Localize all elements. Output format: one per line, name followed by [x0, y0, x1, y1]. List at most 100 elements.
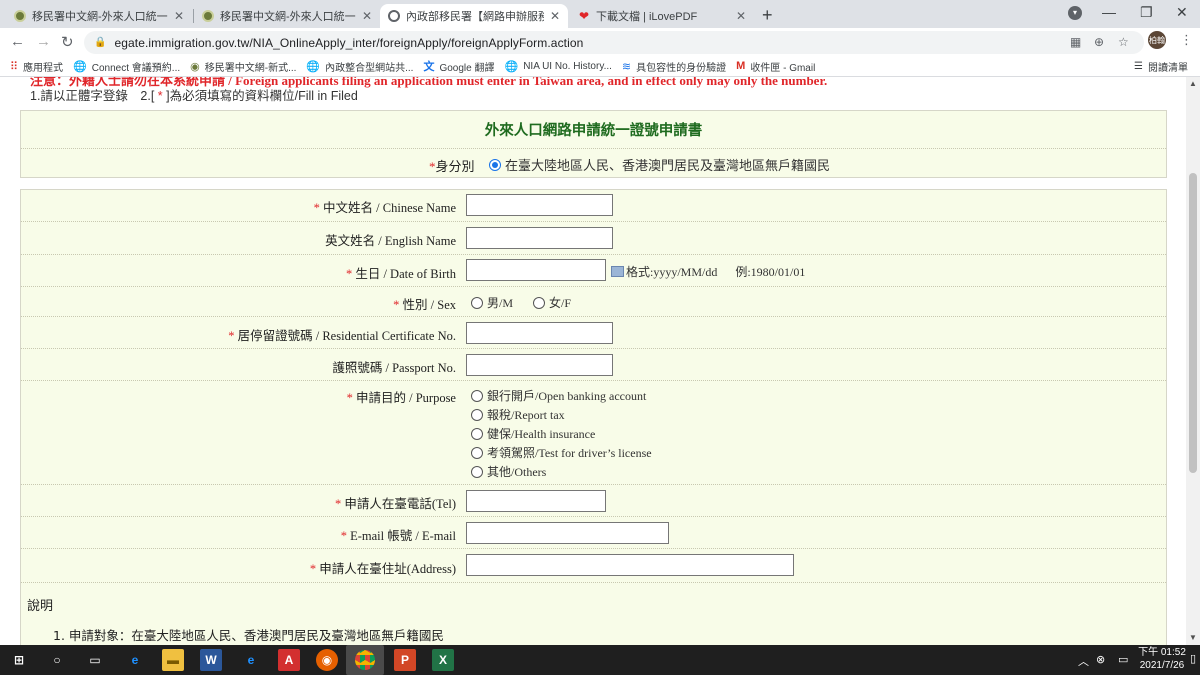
- bookmark-label: 收件匣 - Gmail: [750, 62, 816, 74]
- english-name-input[interactable]: [466, 227, 613, 249]
- purpose-radio[interactable]: [471, 389, 483, 402]
- tray-display-icon[interactable]: ▭: [1118, 653, 1128, 666]
- purpose-option-health[interactable]: 健保/Health insurance: [471, 425, 595, 442]
- chinese-name-label: * 中文姓名 / Chinese Name: [313, 201, 456, 215]
- firefox-icon[interactable]: ◉: [316, 649, 338, 671]
- tab-1[interactable]: 移民署中文網-外來人口統一證號 ✕: [6, 4, 192, 28]
- close-icon[interactable]: ✕: [356, 9, 372, 23]
- row-email: * E-mail 帳號 / E-mail: [21, 517, 1166, 549]
- close-icon[interactable]: ✕: [544, 9, 560, 23]
- chinese-name-input[interactable]: [466, 194, 613, 216]
- address-label: * 申請人在臺住址(Address): [309, 562, 456, 576]
- reload-icon[interactable]: ↻: [61, 33, 74, 51]
- tab-2[interactable]: 移民署中文網-外來人口統一證號申請 ✕: [194, 4, 380, 28]
- windows-start-icon[interactable]: ⊞: [8, 649, 30, 671]
- browser-toolbar: ← → ↻ 🔒 egate.immigration.gov.tw/NIA_Onl…: [0, 28, 1200, 56]
- passport-label: 護照號碼 / Passport No.: [332, 361, 456, 375]
- identity-option[interactable]: 在臺大陸地區人民、香港澳門居民及臺灣地區無戶籍國民: [489, 155, 830, 174]
- page-scrollbar[interactable]: ▲ ▼: [1186, 77, 1200, 645]
- bookmark-apps[interactable]: ⠿ 應用程式: [10, 59, 63, 74]
- passport-input[interactable]: [466, 354, 613, 376]
- calendar-icon[interactable]: [611, 266, 624, 277]
- purpose-option-license[interactable]: 考領駕照/Test for driver’s license: [471, 444, 652, 461]
- profile-avatar[interactable]: 柏翰: [1148, 31, 1166, 49]
- globe-icon: 🌐: [504, 60, 519, 73]
- tel-input[interactable]: [466, 490, 606, 512]
- scroll-up-icon[interactable]: ▲: [1189, 79, 1197, 88]
- purpose-label: * 申請目的 / Purpose: [346, 391, 456, 405]
- restore-icon[interactable]: ❐: [1140, 4, 1153, 21]
- tab-search-icon[interactable]: ▾: [1068, 6, 1082, 20]
- star-icon[interactable]: ☆: [1118, 35, 1129, 49]
- close-window-icon[interactable]: ✕: [1176, 4, 1188, 21]
- tab-4[interactable]: ❤ 下載文檔 | iLovePDF ✕: [570, 4, 754, 28]
- required-star: *: [154, 89, 167, 103]
- menu-kebab-icon[interactable]: ⋮: [1180, 32, 1193, 48]
- email-input[interactable]: [466, 522, 669, 544]
- bookmark-google-translate[interactable]: 文 Google 翻譯: [423, 58, 494, 74]
- purpose-radio[interactable]: [471, 446, 483, 459]
- qr-code-icon[interactable]: ▦: [1070, 35, 1081, 49]
- tab-3-active[interactable]: 內政部移民署【網路申辦服務】 ✕: [380, 4, 568, 28]
- forward-arrow-icon[interactable]: →: [36, 33, 51, 50]
- tel-label: * 申請人在臺電話(Tel): [335, 497, 456, 511]
- back-arrow-icon[interactable]: ←: [10, 33, 25, 50]
- task-view-icon[interactable]: ▭: [84, 649, 106, 671]
- zoom-icon[interactable]: ⊕: [1094, 35, 1104, 49]
- bookmark-label: Google 翻譯: [439, 62, 495, 74]
- url-text: egate.immigration.gov.tw/NIA_OnlineApply…: [114, 35, 584, 50]
- bookmarks-bar: ⠿ 應用程式 🌐 Connect 會議預約... ◉ 移民署中文網-新式... …: [0, 56, 1200, 77]
- address-bar[interactable]: 🔒 egate.immigration.gov.tw/NIA_OnlineApp…: [84, 31, 1144, 54]
- sex-female-option[interactable]: 女/F: [533, 294, 571, 311]
- system-clock[interactable]: 下午 01:52 2021/7/26: [1136, 646, 1188, 672]
- powerpoint-icon[interactable]: P: [394, 649, 416, 671]
- file-explorer-icon[interactable]: ▬: [162, 649, 184, 671]
- identity-radio[interactable]: [489, 158, 501, 171]
- word-icon[interactable]: W: [200, 649, 222, 671]
- new-tab-button[interactable]: +: [762, 5, 773, 26]
- sex-female-radio[interactable]: [533, 296, 545, 309]
- applicant-form-panel: * 中文姓名 / Chinese Name 英文姓名 / English Nam…: [20, 189, 1167, 645]
- purpose-radio[interactable]: [471, 427, 483, 440]
- purpose-option-banking[interactable]: 銀行開戶/Open banking account: [471, 387, 646, 404]
- description-item: 1. 申請對象：在臺大陸地區人民、香港澳門居民及臺灣地區無戶籍國民: [53, 628, 444, 643]
- chrome-icon[interactable]: [346, 645, 384, 675]
- sex-male-option[interactable]: 男/M: [471, 294, 513, 311]
- notification-icon[interactable]: ▯: [1190, 652, 1196, 665]
- purpose-option-tax[interactable]: 報稅/Report tax: [471, 406, 565, 423]
- internet-explorer-icon[interactable]: e: [240, 649, 262, 671]
- residence-input[interactable]: [466, 322, 613, 344]
- purpose-radio[interactable]: [471, 408, 483, 421]
- purpose-radio[interactable]: [471, 465, 483, 478]
- bookmark-connect[interactable]: 🌐 Connect 會議預約...: [73, 59, 180, 74]
- dob-label: * 生日 / Date of Birth: [345, 267, 456, 281]
- bookmark-gmail[interactable]: M 收件匣 - Gmail: [736, 59, 815, 74]
- bookmark-nia[interactable]: ◉ 移民署中文網-新式...: [190, 59, 296, 74]
- reading-list-button[interactable]: ☰ 閱讀清單: [1134, 59, 1188, 74]
- excel-icon[interactable]: X: [432, 649, 454, 671]
- purpose-option-others[interactable]: 其他/Others: [471, 463, 546, 480]
- minimize-icon[interactable]: —: [1102, 4, 1116, 20]
- search-icon[interactable]: ○: [46, 649, 68, 671]
- row-date-of-birth: * 生日 / Date of Birth 格式:yyyy/MM/dd 例:1980…: [21, 255, 1166, 287]
- form-notes: 1.請以正體字登錄 2.[ * ]為必須填寫的資料欄位/Fill in File…: [30, 85, 358, 104]
- bookmark-label: 移民署中文網-新式...: [204, 62, 297, 74]
- row-address: * 申請人在臺住址(Address): [21, 549, 1166, 583]
- tray-chevron-icon[interactable]: ︿: [1078, 653, 1089, 669]
- bookmark-nia-ui[interactable]: 🌐 NIA UI No. History...: [504, 60, 611, 73]
- tray-network-icon[interactable]: ⊗: [1096, 653, 1105, 666]
- dob-input[interactable]: [466, 259, 606, 281]
- scroll-down-icon[interactable]: ▼: [1189, 633, 1197, 642]
- close-icon[interactable]: ✕: [168, 9, 184, 23]
- residence-label: * 居停留證號碼 / Residential Certificate No.: [228, 329, 456, 343]
- close-icon[interactable]: ✕: [730, 9, 746, 23]
- form-title: 外來人口網路申請統一證號申請書: [21, 111, 1166, 149]
- address-input[interactable]: [466, 554, 794, 576]
- page-viewport: 注意：外籍人士請勿在本系統申請 / Foreign applicants fil…: [0, 77, 1186, 645]
- scrollbar-thumb[interactable]: [1189, 173, 1197, 473]
- edge-icon[interactable]: e: [124, 649, 146, 671]
- acrobat-icon[interactable]: A: [278, 649, 300, 671]
- bookmark-moi[interactable]: 🌐 內政整合型網站共...: [306, 59, 413, 74]
- bookmark-identity[interactable]: ≋ 具包容性的身份驗證: [622, 59, 726, 74]
- sex-male-radio[interactable]: [471, 296, 483, 309]
